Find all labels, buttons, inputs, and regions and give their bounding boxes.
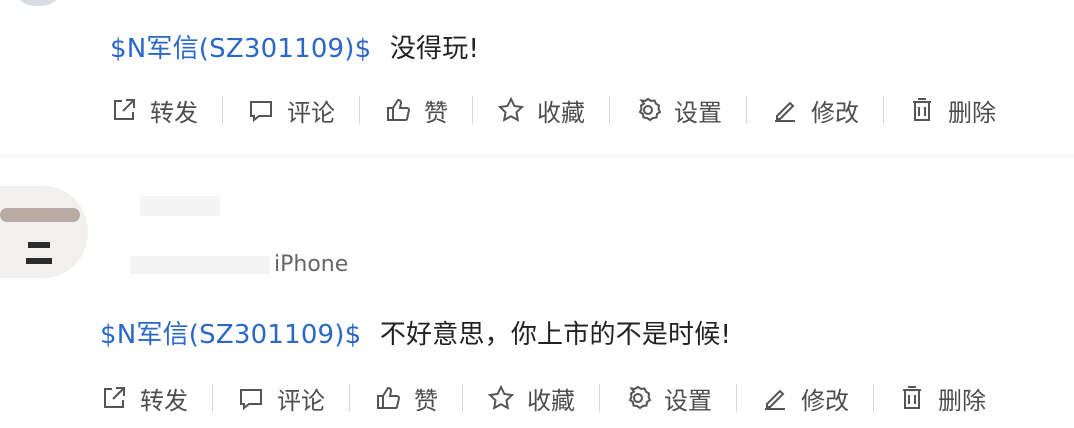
post-content: $N军信(SZ301109)$ 没得玩!: [110, 28, 479, 65]
share-icon: [110, 96, 138, 124]
gear-icon: [634, 96, 662, 124]
thumbs-up-icon: [374, 384, 402, 412]
divider: [222, 96, 223, 124]
username-redacted[interactable]: [140, 196, 220, 216]
edit-label: 修改: [811, 98, 859, 127]
edit-button[interactable]: 修改: [761, 378, 849, 418]
settings-button[interactable]: 设置: [624, 378, 712, 418]
delete-label: 删除: [938, 386, 986, 415]
divider: [359, 96, 360, 124]
settings-label: 设置: [664, 386, 712, 415]
action-bar: 转发 评论 赞 收藏 设置 修改 删除: [110, 90, 996, 130]
divider: [212, 384, 213, 412]
forward-label: 转发: [150, 98, 198, 127]
forward-button[interactable]: 转发: [110, 90, 198, 130]
settings-label: 设置: [674, 98, 722, 127]
stock-tag-link[interactable]: $N军信(SZ301109)$: [100, 320, 361, 350]
divider: [462, 384, 463, 412]
comment-icon: [237, 384, 265, 412]
comment-button[interactable]: 评论: [237, 378, 325, 418]
divider: [472, 96, 473, 124]
share-icon: [100, 384, 128, 412]
divider: [599, 384, 600, 412]
comment-label: 评论: [287, 98, 335, 127]
comment-icon: [247, 96, 275, 124]
divider: [746, 96, 747, 124]
divider: [349, 384, 350, 412]
avatar[interactable]: [0, 186, 88, 278]
favorite-label: 收藏: [527, 386, 575, 415]
divider: [736, 384, 737, 412]
delete-button[interactable]: 删除: [908, 90, 996, 130]
favorite-button[interactable]: 收藏: [497, 90, 585, 130]
star-icon: [497, 96, 525, 124]
like-label: 赞: [424, 98, 448, 127]
divider: [609, 96, 610, 124]
meta-redacted: [130, 256, 270, 274]
delete-button[interactable]: 删除: [898, 378, 986, 418]
trash-icon: [908, 96, 936, 124]
like-button[interactable]: 赞: [384, 90, 448, 130]
star-icon: [487, 384, 515, 412]
edit-button[interactable]: 修改: [771, 90, 859, 130]
settings-button[interactable]: 设置: [634, 90, 722, 130]
gear-icon: [624, 384, 652, 412]
forward-label: 转发: [140, 386, 188, 415]
like-button[interactable]: 赞: [374, 378, 438, 418]
comment-button[interactable]: 评论: [247, 90, 335, 130]
favorite-button[interactable]: 收藏: [487, 378, 575, 418]
post-card-1: $N军信(SZ301109)$ 没得玩! 转发 评论 赞 收藏 设置 修改 删除: [0, 0, 1074, 154]
favorite-label: 收藏: [537, 98, 585, 127]
stock-tag-link[interactable]: $N军信(SZ301109)$: [110, 34, 371, 64]
divider: [873, 384, 874, 412]
post-text: 不好意思，你上市的不是时候!: [379, 320, 732, 350]
thumbs-up-icon: [384, 96, 412, 124]
avatar[interactable]: [18, 0, 58, 6]
trash-icon: [898, 384, 926, 412]
forward-button[interactable]: 转发: [100, 378, 188, 418]
pencil-icon: [761, 384, 789, 412]
comment-label: 评论: [277, 386, 325, 415]
delete-label: 删除: [948, 98, 996, 127]
post-content: $N军信(SZ301109)$ 不好意思，你上市的不是时候!: [100, 314, 731, 351]
post-source: iPhone: [274, 252, 349, 277]
divider: [883, 96, 884, 124]
edit-label: 修改: [801, 386, 849, 415]
like-label: 赞: [414, 386, 438, 415]
post-text: 没得玩!: [389, 34, 480, 64]
action-bar: 转发 评论 赞 收藏 设置 修改 删除: [100, 378, 986, 418]
pencil-icon: [771, 96, 799, 124]
post-meta: iPhone: [130, 252, 348, 277]
